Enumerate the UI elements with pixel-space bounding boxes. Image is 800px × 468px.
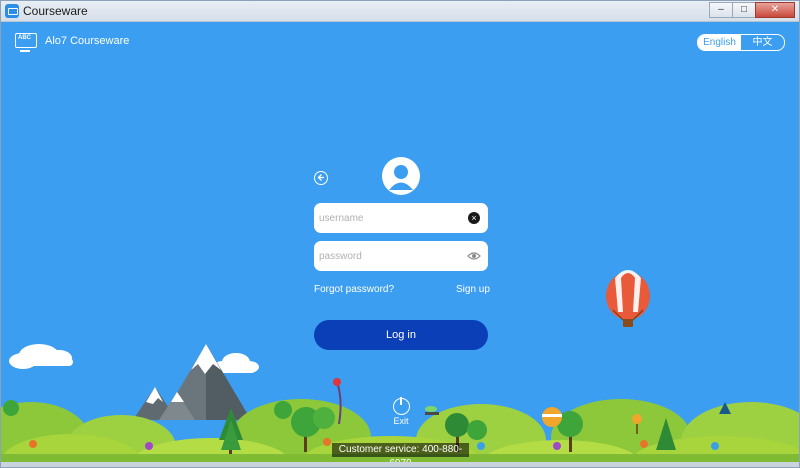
username-field[interactable]: × <box>314 203 488 233</box>
password-field[interactable] <box>314 241 488 271</box>
exit-button[interactable]: Exit <box>389 397 413 426</box>
brand-logo-text: ABC <box>18 35 31 41</box>
clear-icon[interactable]: × <box>468 212 480 224</box>
hot-air-balloon-icon <box>606 270 650 327</box>
back-arrow-icon[interactable] <box>314 171 328 185</box>
user-avatar-icon <box>382 157 420 195</box>
forgot-password-link[interactable]: Forgot password? <box>314 284 394 295</box>
dragonfly-icon <box>425 406 439 415</box>
customer-service-text: Customer service: 400-880-6070 <box>332 443 469 467</box>
password-input[interactable] <box>319 241 459 271</box>
app-window: Courseware – □ ✕ ABC Alo7 Courseware Eng… <box>0 0 800 468</box>
eye-icon[interactable] <box>467 250 481 262</box>
language-option-chinese[interactable]: 中文 <box>741 35 784 50</box>
window-bottom-strip <box>1 462 799 467</box>
title-bar: Courseware – □ ✕ <box>1 1 799 22</box>
window-controls: – □ ✕ <box>709 2 795 18</box>
close-button[interactable]: ✕ <box>755 2 795 18</box>
brand-logo-icon: ABC <box>15 33 37 52</box>
exit-label: Exit <box>393 416 409 426</box>
cloud-left <box>9 344 73 369</box>
maximize-button[interactable]: □ <box>732 2 756 18</box>
username-input[interactable] <box>319 203 459 233</box>
brand-name: Alo7 Courseware <box>45 34 130 47</box>
brand: ABC Alo7 Courseware <box>15 33 130 52</box>
power-icon <box>392 397 410 415</box>
ball-icon <box>542 407 562 427</box>
language-toggle: English 中文 <box>697 34 785 51</box>
minimize-button[interactable]: – <box>709 2 733 18</box>
sign-up-link[interactable]: Sign up <box>456 284 490 295</box>
app-icon <box>5 4 19 18</box>
window-title: Courseware <box>23 4 88 18</box>
language-option-english[interactable]: English <box>698 35 741 50</box>
main-content: ABC Alo7 Courseware English 中文 × <box>1 22 799 467</box>
login-button[interactable]: Log in <box>314 320 488 350</box>
